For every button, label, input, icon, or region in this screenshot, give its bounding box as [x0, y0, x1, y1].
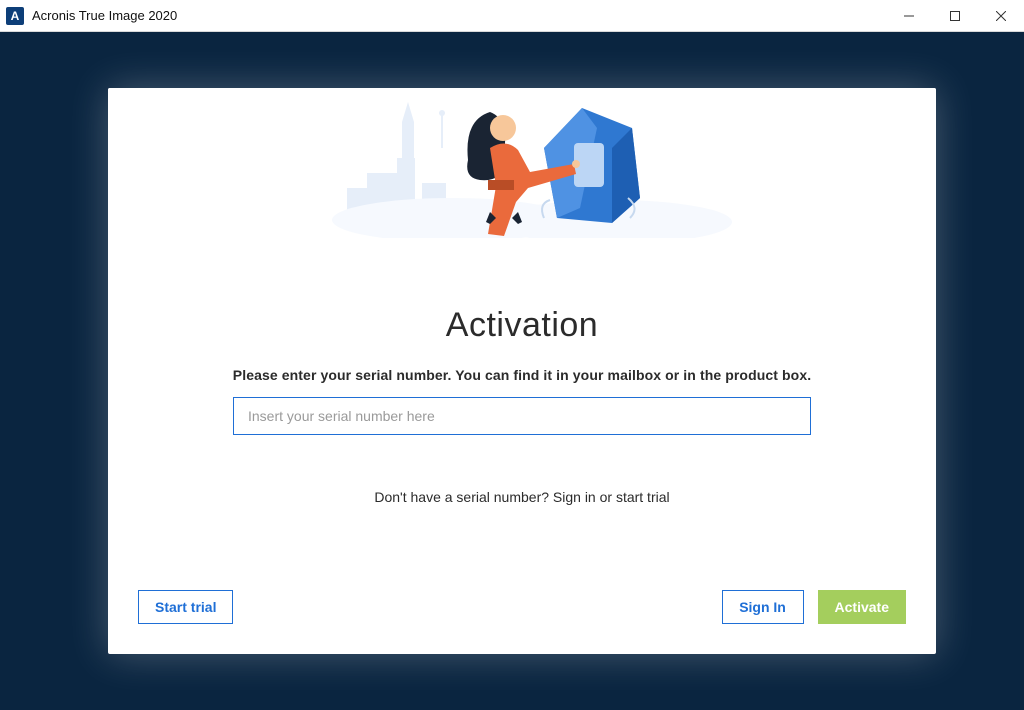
activation-heading: Activation — [446, 306, 598, 345]
activate-button[interactable]: Activate — [818, 590, 906, 624]
maximize-icon — [950, 11, 960, 21]
sign-in-button[interactable]: Sign In — [722, 590, 804, 624]
window-title: Acronis True Image 2020 — [32, 8, 886, 23]
titlebar: A Acronis True Image 2020 — [0, 0, 1024, 32]
activation-illustration — [108, 88, 936, 238]
activation-panel: Activation Please enter your serial numb… — [108, 88, 936, 654]
serial-number-input[interactable] — [233, 397, 811, 435]
maximize-button[interactable] — [932, 0, 978, 32]
client-area: Activation Please enter your serial numb… — [0, 32, 1024, 710]
illustration-svg — [312, 88, 732, 238]
app-icon: A — [6, 7, 24, 25]
start-trial-button[interactable]: Start trial — [138, 590, 233, 624]
activation-footer: Start trial Sign In Activate — [108, 590, 936, 654]
activation-content: Activation Please enter your serial numb… — [108, 238, 936, 590]
close-icon — [996, 11, 1006, 21]
no-serial-helper-text: Don't have a serial number? Sign in or s… — [374, 489, 669, 505]
close-button[interactable] — [978, 0, 1024, 32]
minimize-button[interactable] — [886, 0, 932, 32]
activation-instruction: Please enter your serial number. You can… — [233, 367, 811, 383]
minimize-icon — [904, 11, 914, 21]
